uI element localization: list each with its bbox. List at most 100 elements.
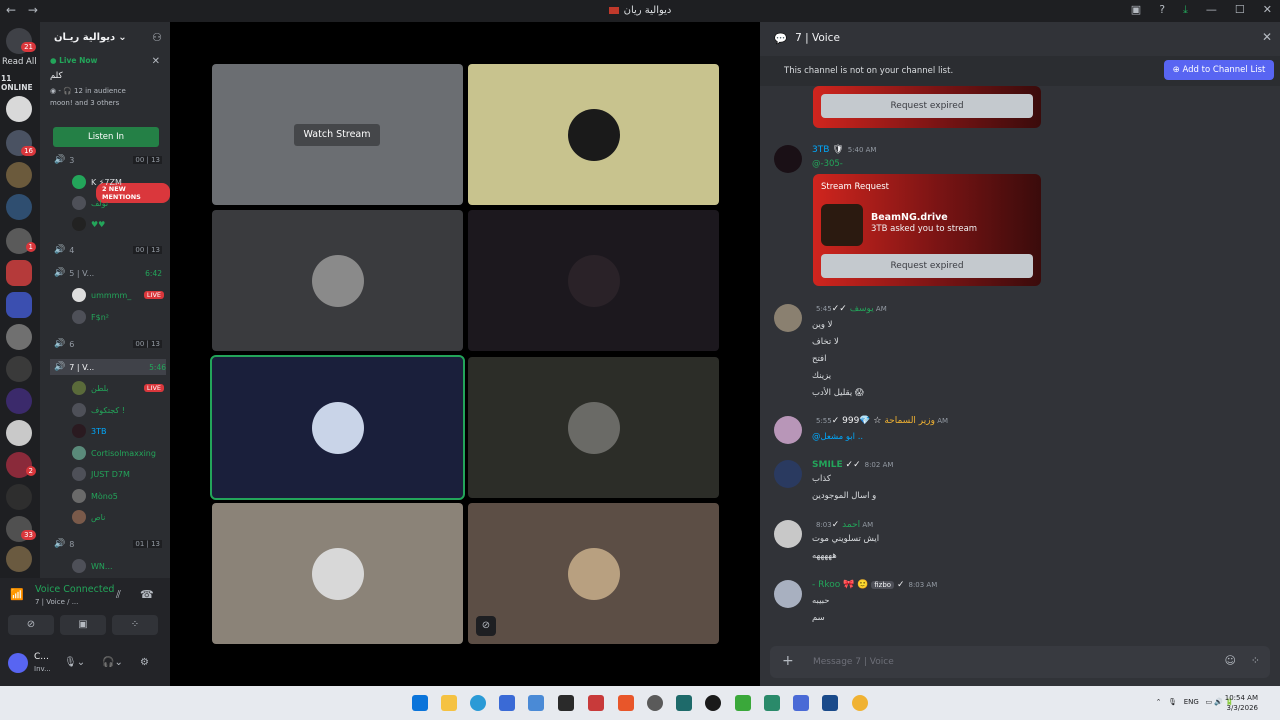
read-all-button[interactable]: Read All	[2, 57, 37, 67]
request-expired-button: Request expired	[821, 94, 1033, 118]
user-tile-4[interactable]	[468, 210, 719, 351]
apps-icon[interactable]: ⁘	[1251, 654, 1260, 667]
app-icon[interactable]	[735, 695, 751, 711]
download-icon[interactable]: ⤓	[1183, 3, 1188, 17]
server-icon[interactable]	[6, 96, 32, 122]
minimize-button[interactable]: —	[1206, 3, 1217, 17]
emoji-icon[interactable]: ☺	[1225, 654, 1236, 667]
message-author[interactable]: يوسف ✓✓5:45 AM	[812, 304, 887, 314]
message-author[interactable]: SMILE ✓✓ 8:02 AM	[812, 460, 893, 470]
server-icon[interactable]	[6, 388, 32, 414]
voice-channel-link[interactable]: 7 | Voice / ...	[35, 598, 78, 606]
add-to-channel-list-button[interactable]: ⊕ Add to Channel List	[1164, 60, 1274, 80]
app-icon[interactable]	[676, 695, 692, 711]
user-tile-8[interactable]: ⊘	[468, 503, 719, 644]
avatar[interactable]	[8, 653, 28, 673]
app-icon[interactable]	[793, 695, 809, 711]
stream-tile[interactable]: Watch Stream	[212, 64, 463, 205]
close-icon[interactable]: ✕	[152, 56, 160, 67]
camera-off-button[interactable]: ⊘	[8, 615, 54, 635]
message-author[interactable]: وزير السماحة ☆ 💎999 ✓5:55 AM	[812, 416, 948, 426]
inbox-icon[interactable]: ▣	[1131, 3, 1141, 17]
list-item[interactable]: كجتكوف !	[72, 402, 164, 418]
list-item[interactable]: ♥♥	[72, 216, 164, 232]
list-item[interactable]: JUST D7M	[72, 466, 164, 482]
flag-icon	[608, 6, 619, 14]
message-composer[interactable]: + Message 7 | Voice ☺ ⁘	[770, 646, 1270, 678]
terminal-icon[interactable]	[558, 695, 574, 711]
listen-in-button[interactable]: Listen In	[53, 127, 159, 147]
edge-icon[interactable]	[470, 695, 486, 711]
avatar[interactable]	[774, 304, 802, 332]
server-icon[interactable]	[6, 356, 32, 382]
voice-channel-6[interactable]: 🔊 6 00 | 13	[54, 336, 162, 352]
app-icon[interactable]	[705, 695, 721, 711]
server-icon[interactable]	[6, 260, 32, 286]
voice-channel-7[interactable]: 🔊 7 | V... 5:46	[50, 359, 166, 375]
avatar[interactable]	[774, 580, 802, 608]
avatar[interactable]	[774, 460, 802, 488]
server-icon[interactable]	[6, 546, 32, 572]
voice-channel-3[interactable]: 🔊 3 00 | 13	[54, 152, 162, 168]
app-icon[interactable]	[764, 695, 780, 711]
user-tile-3[interactable]	[212, 210, 463, 351]
file-explorer-icon[interactable]	[441, 695, 457, 711]
activities-button[interactable]: ⁘	[112, 615, 158, 635]
server-icon[interactable]	[6, 194, 32, 220]
list-item[interactable]: تولف	[72, 195, 164, 211]
message-input[interactable]: Message 7 | Voice	[813, 657, 894, 667]
message-author[interactable]: احمد ✓8:03 AM	[812, 520, 873, 530]
app-icon[interactable]	[822, 695, 838, 711]
system-tray[interactable]: ⌃ 🎙 ENG ▭ 🔊 🔋	[1156, 698, 1234, 706]
list-item[interactable]: ناص	[72, 509, 164, 525]
voice-channel-4[interactable]: 🔊 4 00 | 13	[54, 242, 162, 258]
gear-icon[interactable]: ⚙	[140, 657, 149, 668]
list-item[interactable]: 3TB	[72, 423, 164, 439]
user-tile-5[interactable]	[210, 355, 465, 500]
attach-icon[interactable]: +	[782, 653, 794, 669]
list-item[interactable]: ummmm_ LIVE	[72, 287, 164, 303]
screen-share-button[interactable]: ▣	[60, 615, 106, 635]
avatar[interactable]	[774, 145, 802, 173]
invite-icon[interactable]: ⚇	[152, 31, 162, 44]
server-icon[interactable]	[6, 484, 32, 510]
close-icon[interactable]: ✕	[1262, 30, 1272, 44]
user-tile-6[interactable]	[468, 357, 719, 498]
server-icon[interactable]	[6, 324, 32, 350]
clock[interactable]: 10:54 AM 3/3/2026	[1225, 693, 1258, 713]
message-author[interactable]: 3TB 🛡 5:40 AM	[812, 145, 876, 155]
app-icon[interactable]	[647, 695, 663, 711]
server-icon[interactable]	[6, 292, 32, 318]
server-icon[interactable]	[6, 420, 32, 446]
list-item[interactable]: WN...	[72, 558, 164, 574]
app-icon[interactable]	[588, 695, 604, 711]
help-icon[interactable]: ?	[1159, 3, 1165, 17]
maximize-button[interactable]: ☐	[1235, 3, 1245, 17]
message-author[interactable]: - Rkoo 🎀 🙂 fizbo ✓ 8:03 AM	[812, 580, 937, 590]
noise-suppression-icon[interactable]: ⫽	[116, 588, 121, 602]
discord-taskbar-icon[interactable]	[852, 695, 868, 711]
list-item[interactable]: Mòno5	[72, 488, 164, 504]
list-item[interactable]: Cortisolmaxxing	[72, 445, 164, 461]
watch-stream-button[interactable]: Watch Stream	[294, 124, 380, 146]
list-item[interactable]: K ⚡7ZM	[72, 174, 164, 190]
headphones-icon[interactable]: 🎧⌄	[102, 657, 123, 668]
user-tile-7[interactable]	[212, 503, 463, 644]
list-item[interactable]: F$n²	[72, 309, 164, 325]
brave-icon[interactable]	[618, 695, 634, 711]
user-status: Inv...	[34, 665, 51, 673]
voice-channel-5[interactable]: 🔊 5 | V... 6:42	[54, 265, 162, 281]
server-icon[interactable]	[6, 162, 32, 188]
avatar[interactable]	[774, 416, 802, 444]
voice-channel-8[interactable]: 🔊 8 01 | 13	[54, 536, 162, 552]
avatar[interactable]	[774, 520, 802, 548]
list-item[interactable]: بلطن LIVE	[72, 380, 164, 396]
microphone-icon[interactable]: 🎙⌄	[64, 657, 85, 668]
close-button[interactable]: ✕	[1263, 3, 1272, 17]
disconnect-icon[interactable]: ☎	[140, 588, 154, 601]
store-icon[interactable]	[499, 695, 515, 711]
colombia-tile[interactable]	[468, 64, 719, 205]
app-icon[interactable]	[528, 695, 544, 711]
server-header[interactable]: ديوالية ريـان ⌄ ⚇	[40, 22, 170, 52]
start-icon[interactable]	[412, 695, 428, 711]
